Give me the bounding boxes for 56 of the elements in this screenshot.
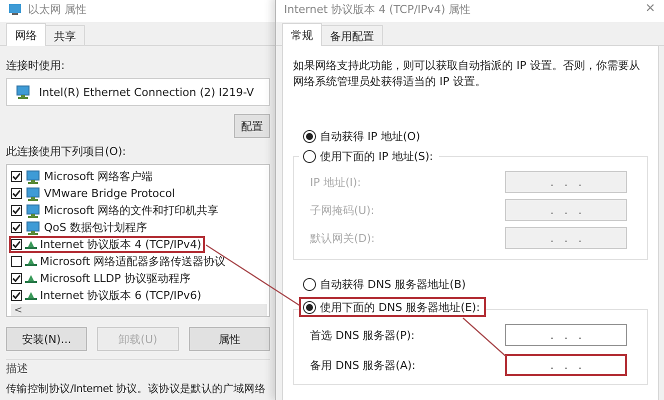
radio-button[interactable] xyxy=(303,130,316,142)
protocol-icon xyxy=(25,291,37,300)
checkbox[interactable] xyxy=(11,290,22,301)
list-label: 此连接使用下列项目(O): xyxy=(6,144,127,159)
dialog-button[interactable]: 属性 xyxy=(188,327,270,351)
description-text: 传输控制协议/Internet 协议。该协议是默认的广域网络 xyxy=(6,382,266,396)
network-icon xyxy=(25,220,41,234)
network-icon xyxy=(15,85,31,99)
network-icon xyxy=(25,204,41,218)
list-item[interactable]: VMware Bridge Protocol xyxy=(9,185,179,202)
group-title: 描述 xyxy=(6,362,28,375)
checkbox[interactable] xyxy=(11,273,22,284)
configure-button[interactable]: 配置 xyxy=(234,114,270,138)
field-label: IP 地址(I): xyxy=(310,174,361,190)
radio-button[interactable] xyxy=(303,300,316,314)
field-label: 首选 DNS 服务器(P): xyxy=(310,328,415,342)
leader-line xyxy=(462,317,507,357)
tab[interactable]: 共享 xyxy=(45,25,85,45)
window-title: Internet 协议版本 4 (TCP/IPv4) 属性 xyxy=(284,2,471,16)
radio-button[interactable] xyxy=(303,150,316,162)
field-label: 默认网关(D): xyxy=(310,230,375,246)
checkbox[interactable] xyxy=(11,239,22,250)
dialog-button[interactable]: 安装(N)... xyxy=(6,327,88,351)
checkbox[interactable] xyxy=(11,171,22,182)
protocol-icon xyxy=(25,274,37,283)
list-item[interactable]: Microsoft 网络客户端 xyxy=(9,168,157,185)
window-title: 以太网 属性 xyxy=(28,2,86,16)
checkbox[interactable] xyxy=(11,222,22,233)
list-item[interactable]: QoS 数据包计划程序 xyxy=(9,219,151,236)
radio-option[interactable]: 自动获得 IP 地址(O) xyxy=(299,126,426,146)
list-item[interactable]: Internet 协议版本 6 (TCP/IPv6) xyxy=(9,287,206,304)
list-item[interactable]: Microsoft LLDP 协议驱动程序 xyxy=(9,270,194,287)
list-item[interactable]: Microsoft 网络适配器多路传送器协议 xyxy=(9,253,230,270)
close-button[interactable]: × xyxy=(644,0,657,18)
checkbox[interactable] xyxy=(11,256,22,267)
intro-text: 如果网络支持此功能，则可以获取自动指派的 IP 设置。否则，你需要从网络系统管理员处获得适当的 IP 设置。 xyxy=(293,58,641,90)
checkbox[interactable] xyxy=(11,205,22,216)
list-item[interactable]: Microsoft 网络的文件和打印机共享 xyxy=(9,202,223,219)
radio-option[interactable]: 使用下面的 DNS 服务器地址(E): xyxy=(299,297,486,317)
checkbox[interactable] xyxy=(11,188,22,199)
tab[interactable]: 常规 xyxy=(282,23,322,46)
network-icon xyxy=(25,186,41,200)
field-label: 备用 DNS 服务器(A): xyxy=(310,358,416,372)
network-icon xyxy=(8,2,22,16)
radio-button[interactable] xyxy=(303,278,316,290)
field-label: 连接时使用: xyxy=(6,58,66,73)
network-icon xyxy=(25,170,41,184)
protocol-icon xyxy=(25,257,37,266)
field-label: 子网掩码(U): xyxy=(310,202,374,218)
tab[interactable]: 备用配置 xyxy=(321,25,383,45)
ip-address-field[interactable]: . . . xyxy=(505,324,627,346)
ip-address-field[interactable]: . . . xyxy=(505,354,627,376)
adapter-field: Intel(R) Ethernet Connection (2) I219-V xyxy=(6,78,270,106)
protocol-icon xyxy=(25,240,37,249)
tab[interactable]: 网络 xyxy=(6,23,46,46)
scrollbar[interactable]: < xyxy=(11,304,267,316)
